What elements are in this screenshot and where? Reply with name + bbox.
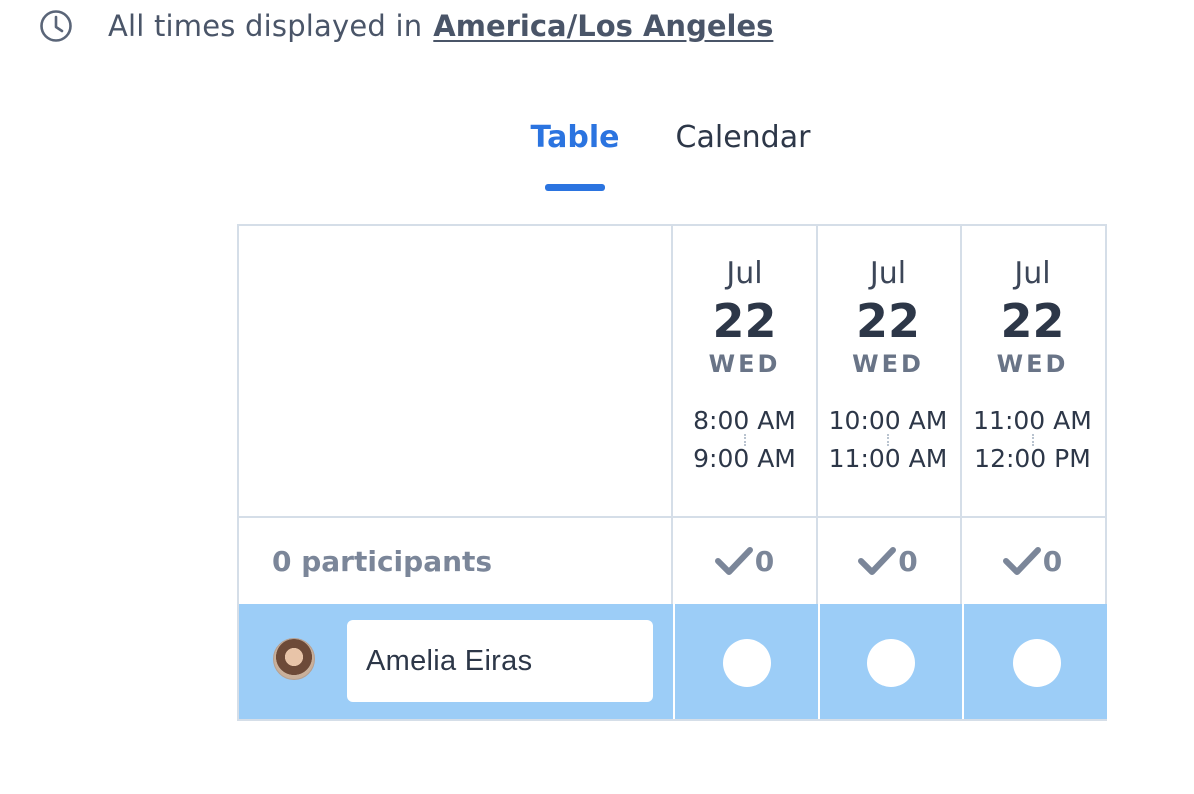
option-day: 22 bbox=[855, 294, 920, 348]
participant-name-input[interactable]: Amelia Eiras bbox=[347, 620, 653, 702]
option-end-time: 9:00 AM bbox=[693, 444, 796, 473]
option-vote-count: 0 bbox=[671, 516, 818, 606]
vote-cell[interactable] bbox=[818, 604, 962, 721]
option-month: Jul bbox=[869, 256, 907, 291]
vote-count-number: 0 bbox=[754, 544, 775, 578]
option-weekday: WED bbox=[708, 350, 781, 378]
participants-count-cell: 0 participants bbox=[237, 516, 673, 606]
vote-count-number: 0 bbox=[1042, 544, 1063, 578]
checkmark-icon bbox=[858, 547, 897, 575]
avatar bbox=[273, 638, 315, 680]
timezone-label: All times displayed in bbox=[108, 9, 423, 43]
option-weekday: WED bbox=[996, 350, 1069, 378]
option-day: 22 bbox=[712, 294, 777, 348]
option-weekday: WED bbox=[852, 350, 924, 378]
view-tabs: Table Calendar bbox=[0, 120, 1194, 195]
tab-table[interactable]: Table bbox=[520, 120, 630, 155]
option-vote-count: 0 bbox=[960, 516, 1107, 606]
option-month: Jul bbox=[1014, 256, 1051, 291]
vote-cell[interactable] bbox=[673, 604, 818, 721]
option-header: Jul 22 WED 10:00 AM 11:00 AM bbox=[816, 224, 962, 518]
vote-count-number: 0 bbox=[898, 544, 918, 578]
vote-toggle[interactable] bbox=[1012, 638, 1061, 687]
clock-icon bbox=[38, 8, 74, 44]
option-month: Jul bbox=[726, 256, 763, 291]
option-start-time: 8:00 AM bbox=[693, 406, 796, 435]
option-day: 22 bbox=[1000, 294, 1065, 348]
poll-table: Jul 22 WED 8:00 AM 9:00 AM Jul 22 WED 10… bbox=[237, 224, 1107, 721]
timezone-bar: All times displayed in America/Los Angel… bbox=[38, 6, 773, 46]
participants-count: 0 participants bbox=[272, 544, 493, 578]
timezone-link[interactable]: America/Los Angeles bbox=[433, 9, 773, 43]
option-header: Jul 22 WED 8:00 AM 9:00 AM bbox=[671, 224, 818, 518]
tab-calendar[interactable]: Calendar bbox=[665, 120, 821, 155]
option-vote-count: 0 bbox=[816, 516, 962, 606]
checkmark-icon bbox=[714, 547, 753, 575]
option-start-time: 11:00 AM bbox=[973, 406, 1092, 435]
table-divider bbox=[237, 719, 1107, 721]
option-start-time: 10:00 AM bbox=[828, 406, 948, 435]
current-user-cell: Amelia Eiras bbox=[237, 604, 673, 721]
option-end-time: 11:00 AM bbox=[828, 444, 948, 473]
table-corner bbox=[237, 224, 673, 518]
option-header: Jul 22 WED 11:00 AM 12:00 PM bbox=[960, 224, 1107, 518]
vote-cell[interactable] bbox=[962, 604, 1109, 721]
active-tab-indicator bbox=[545, 184, 605, 191]
vote-toggle[interactable] bbox=[722, 638, 771, 687]
checkmark-icon bbox=[1002, 547, 1041, 575]
vote-toggle[interactable] bbox=[867, 638, 915, 687]
option-end-time: 12:00 PM bbox=[974, 444, 1091, 473]
